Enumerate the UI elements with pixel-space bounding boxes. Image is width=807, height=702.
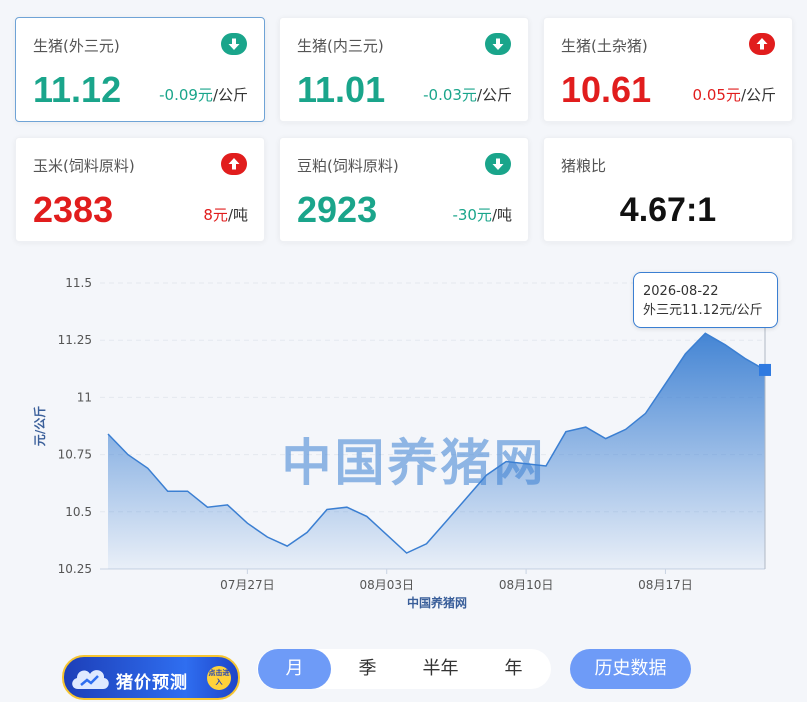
card-title: 生猪(土杂猪) xyxy=(561,37,648,55)
card-title: 豆粕(饲料原料) xyxy=(297,157,399,175)
arrow-down-icon xyxy=(221,33,247,55)
x-tick-label: 08月17日 xyxy=(638,578,693,592)
y-tick-label: 10.75 xyxy=(58,448,92,462)
card-title: 玉米(饲料原料) xyxy=(33,157,135,175)
arrow-down-icon xyxy=(485,153,511,175)
price-card-inner-three[interactable]: 生猪(内三元) 11.01 -0.03元/公斤 xyxy=(279,17,529,122)
price-card-soybean-meal[interactable]: 豆粕(饲料原料) 2923 -30元/吨 xyxy=(279,137,529,242)
card-change: 8元/吨 xyxy=(203,204,248,225)
tab-quarter[interactable]: 季 xyxy=(331,649,404,689)
card-title: 生猪(内三元) xyxy=(297,37,384,55)
tab-year[interactable]: 年 xyxy=(477,649,550,689)
x-tick-label: 08月10日 xyxy=(499,578,554,592)
arrow-up-icon xyxy=(749,33,775,55)
card-change: 0.05元/公斤 xyxy=(693,84,776,105)
y-tick-label: 11 xyxy=(77,390,92,404)
card-change-value: -0.09元 xyxy=(159,86,213,104)
y-tick-label: 10.5 xyxy=(65,505,92,519)
card-title: 生猪(外三元) xyxy=(33,37,120,55)
card-change: -0.03元/公斤 xyxy=(423,84,512,105)
history-data-button[interactable]: 历史数据 xyxy=(570,649,691,689)
card-change: -30元/吨 xyxy=(452,204,512,225)
y-tick-label: 11.5 xyxy=(65,276,92,290)
card-change-value: -0.03元 xyxy=(423,86,477,104)
card-change-unit: /公斤 xyxy=(476,86,512,104)
hover-point-marker[interactable] xyxy=(759,363,771,376)
promo-badge: 点击进入 xyxy=(207,666,231,690)
period-tabs: 月 季 半年 年 xyxy=(257,649,551,689)
card-change-unit: /吨 xyxy=(491,206,512,224)
card-ratio: 4.67:1 xyxy=(619,191,717,229)
price-card-outer-three[interactable]: 生猪(外三元) 11.12 -0.09元/公斤 xyxy=(15,17,265,122)
card-price: 10.61 xyxy=(561,69,652,110)
card-price: 11.01 xyxy=(297,69,386,110)
tab-month[interactable]: 月 xyxy=(258,649,331,689)
x-axis-label: 中国养猪网 xyxy=(407,595,467,610)
x-tick-label: 07月27日 xyxy=(220,578,275,592)
arrow-up-icon xyxy=(221,153,247,175)
x-tick-label: 08月03日 xyxy=(359,578,414,592)
tooltip-value: 外三元11.12元/公斤 xyxy=(643,303,763,318)
y-tick-label: 11.25 xyxy=(58,333,92,347)
cloud-chart-icon xyxy=(72,670,109,689)
price-card-corn[interactable]: 玉米(饲料原料) 2383 8元/吨 xyxy=(15,137,265,242)
price-forecast-banner[interactable]: 猪价预测 点击进入 xyxy=(62,655,240,700)
price-card-pig-grain-ratio[interactable]: 猪粮比 4.67:1 xyxy=(543,137,793,242)
tooltip-date: 2026-08-22 xyxy=(643,284,719,299)
chart-tooltip: 2026-08-22 外三元11.12元/公斤 xyxy=(633,272,778,328)
card-change-value: 8元 xyxy=(203,206,228,224)
tab-half-year[interactable]: 半年 xyxy=(404,649,477,689)
card-price: 11.12 xyxy=(33,69,122,110)
y-axis-label: 元/公斤 xyxy=(32,406,47,446)
card-price: 2923 xyxy=(297,189,378,230)
y-tick-label: 10.25 xyxy=(58,562,92,576)
card-title: 猪粮比 xyxy=(561,157,607,175)
card-change-unit: /公斤 xyxy=(212,86,248,104)
card-change: -0.09元/公斤 xyxy=(159,84,248,105)
promo-label: 猪价预测 xyxy=(116,673,188,693)
price-card-local-pig[interactable]: 生猪(土杂猪) 10.61 0.05元/公斤 xyxy=(543,17,793,122)
card-change-value: -30元 xyxy=(452,206,492,224)
arrow-down-icon xyxy=(485,33,511,55)
card-price: 2383 xyxy=(33,189,114,230)
card-change-value: 0.05元 xyxy=(692,86,741,104)
card-change-unit: /吨 xyxy=(227,206,248,224)
card-change-unit: /公斤 xyxy=(740,86,776,104)
